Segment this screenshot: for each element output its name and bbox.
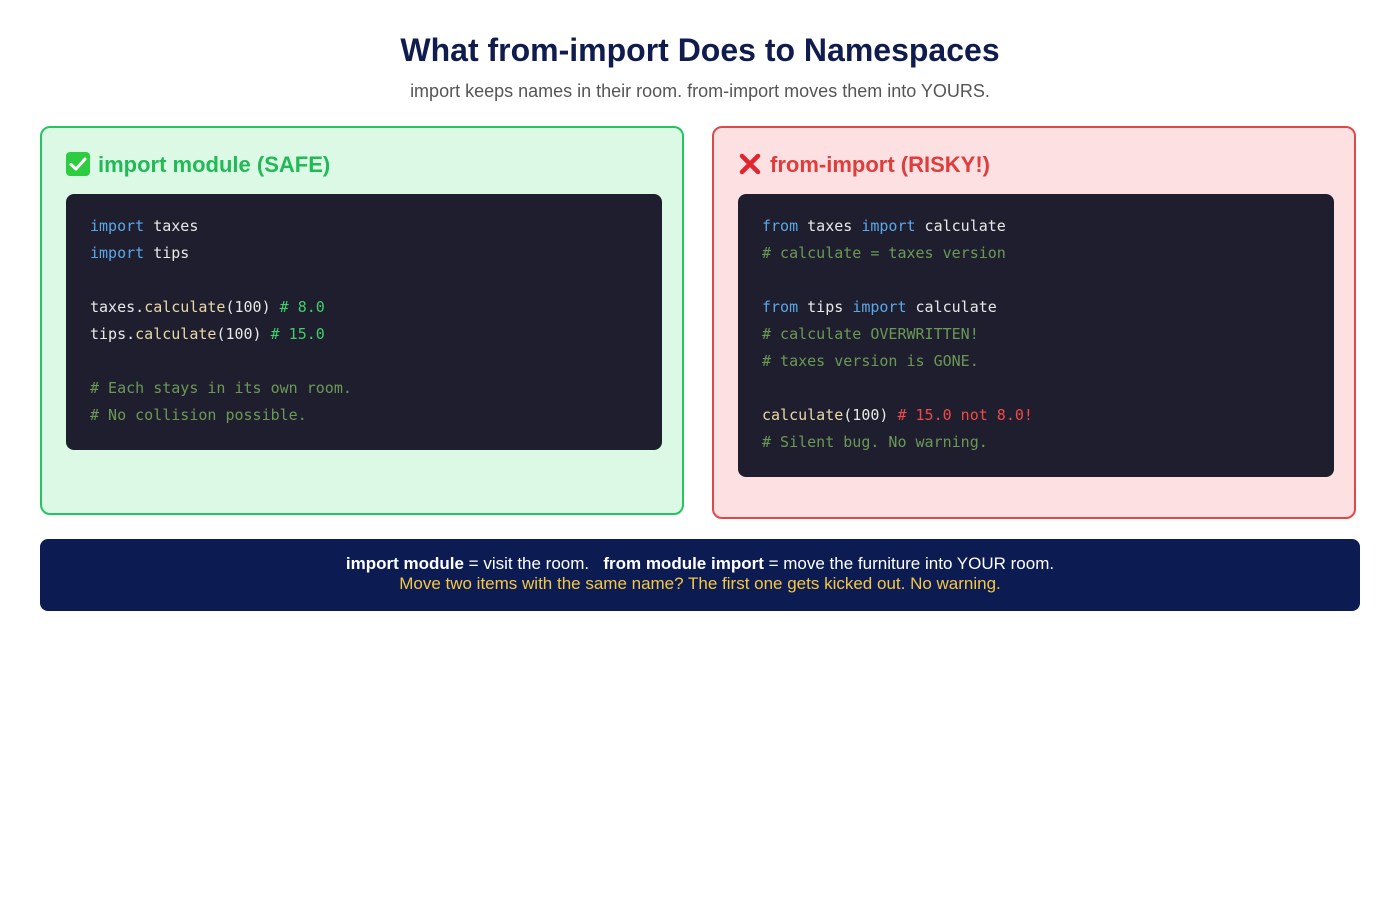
risky-panel-title: from-import (RISKY!) — [770, 152, 990, 177]
risky-panel-heading: from-import (RISKY!) — [738, 150, 990, 180]
code-comment-line: # Each stays in its own room. — [90, 379, 352, 397]
safe-import-panel: import module (SAFE) import taxes import… — [40, 126, 684, 515]
summary-definitions: import module = visit the room. from mod… — [40, 554, 1360, 574]
term-from-module-import: from module import — [603, 554, 764, 573]
code-line: from taxes import calculate — [762, 217, 1006, 235]
code-line: import tips — [90, 244, 190, 262]
definition-import-module: = visit the room. — [463, 554, 604, 573]
code-comment-line: # Silent bug. No warning. — [762, 433, 988, 451]
check-mark-icon — [66, 152, 90, 176]
code-line: import taxes — [90, 217, 199, 235]
risky-code-block: from taxes import calculate # calculate … — [738, 194, 1334, 477]
code-comment-line: # No collision possible. — [90, 406, 307, 424]
page-title: What from-import Does to Namespaces — [400, 32, 1000, 68]
code-line: calculate(100) # 15.0 not 8.0! — [762, 406, 1033, 424]
code-comment-line: # calculate = taxes version — [762, 244, 1006, 262]
term-import-module: import module — [345, 554, 464, 573]
summary-warning: Move two items with the same name? The f… — [399, 574, 1001, 593]
code-line: taxes.calculate(100) # 8.0 — [90, 298, 325, 316]
code-comment-line: # calculate OVERWRITTEN! — [762, 325, 979, 343]
cross-mark-icon — [738, 152, 762, 176]
page-subtitle: import keeps names in their room. from-i… — [410, 81, 990, 101]
code-line: tips.calculate(100) # 15.0 — [90, 325, 325, 343]
summary-banner: import module = visit the room. from mod… — [40, 539, 1360, 611]
safe-panel-title: import module (SAFE) — [98, 152, 331, 177]
code-line: from tips import calculate — [762, 298, 997, 316]
safe-panel-heading: import module (SAFE) — [66, 150, 330, 180]
risky-from-import-panel: from-import (RISKY!) from taxes import c… — [712, 126, 1356, 519]
definition-from-module-import: = move the furniture into YOUR room. — [763, 554, 1055, 573]
code-comment-line: # taxes version is GONE. — [762, 352, 979, 370]
safe-code-block: import taxes import tips taxes.calculate… — [66, 194, 662, 450]
